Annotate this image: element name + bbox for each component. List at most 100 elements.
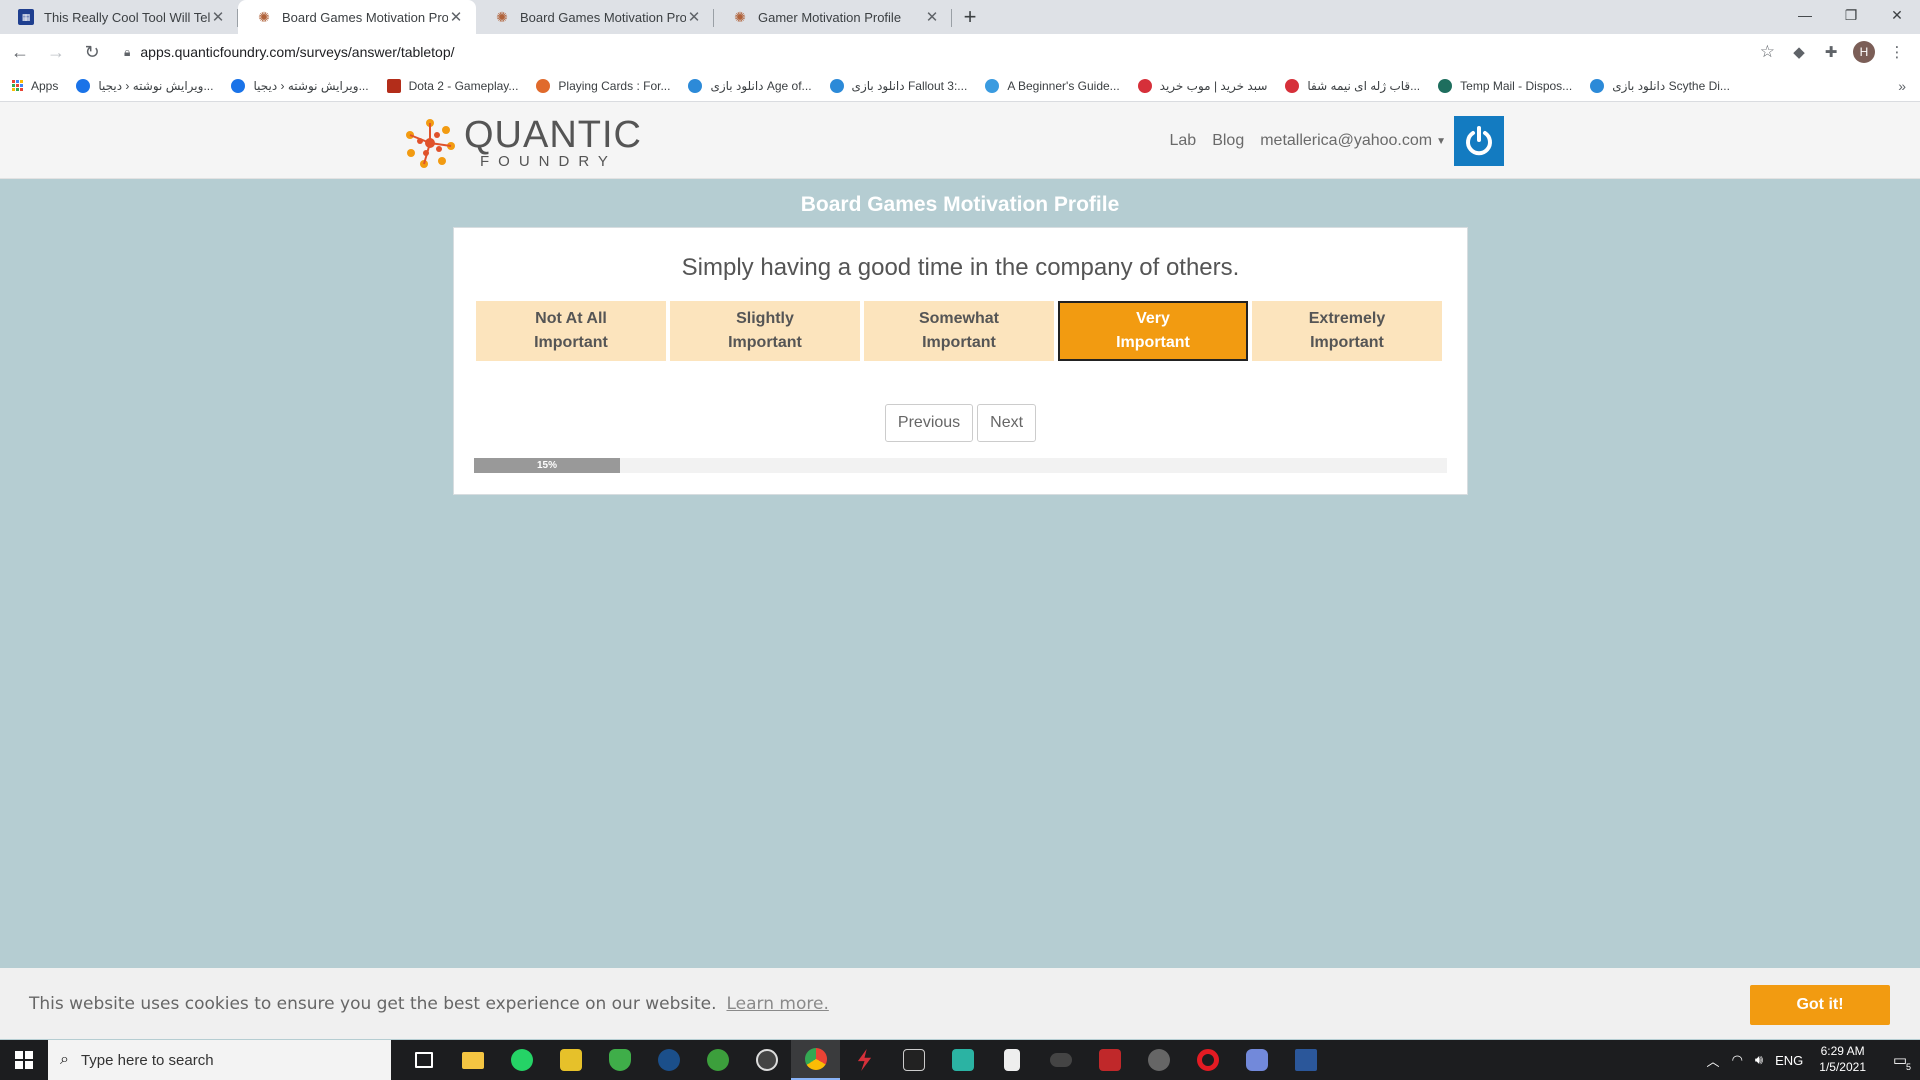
bookmark-apps[interactable]: Apps (12, 79, 58, 93)
new-tab-button[interactable]: + (952, 0, 988, 34)
bookmark-item[interactable]: Playing Cards : For... (536, 78, 670, 93)
answer-label-line2: Important (728, 334, 802, 351)
answer-label-line2: Important (1310, 334, 1384, 351)
accept-cookies-button[interactable]: Got it! (1750, 985, 1890, 1025)
bookmark-item[interactable]: دانلود بازی Scythe Di... (1590, 78, 1730, 93)
next-button[interactable]: Next (977, 404, 1037, 442)
nav-blog-link[interactable]: Blog (1212, 132, 1244, 150)
browser-tab[interactable]: ▦ This Really Cool Tool Will Tell You ✕ (0, 0, 238, 34)
bookmark-item[interactable]: Temp Mail - Dispos... (1438, 78, 1572, 93)
quantic-favicon-icon: ✺ (734, 8, 746, 25)
browser-tab-active[interactable]: ✺ Board Games Motivation Profile ✕ (238, 0, 476, 34)
close-icon[interactable]: ✕ (210, 8, 226, 26)
dota-icon (386, 78, 401, 93)
close-icon[interactable]: ✕ (448, 8, 464, 26)
bookmark-item[interactable]: A Beginner's Guide... (985, 78, 1120, 93)
language-indicator[interactable]: ENG (1775, 1053, 1803, 1068)
window-close-icon[interactable]: ✕ (1874, 0, 1920, 30)
whatsapp-icon[interactable] (497, 1040, 546, 1080)
close-icon[interactable]: ✕ (924, 8, 940, 26)
answer-option-somewhat-important[interactable]: Somewhat Important (864, 301, 1054, 361)
lock-icon: 🔒︎ (124, 44, 131, 59)
logo-mark-icon (406, 118, 455, 168)
profile-avatar[interactable]: H (1853, 41, 1875, 63)
bookmark-item[interactable]: Dota 2 - Gameplay... (386, 78, 519, 93)
bookmark-item[interactable]: دانلود بازی Fallout 3:... (829, 78, 967, 93)
file-explorer-icon[interactable] (448, 1040, 497, 1080)
chevron-up-icon[interactable]: ︿ (1707, 1051, 1720, 1070)
bookmark-item[interactable]: دانلود بازی Age of... (688, 78, 812, 93)
logo-wordmark: QUANTIC FOUNDRY (464, 116, 642, 169)
discord-icon[interactable] (1232, 1040, 1281, 1080)
answer-option-not-at-all-important[interactable]: Not At All Important (476, 301, 666, 361)
xbox-app-icon[interactable] (693, 1040, 742, 1080)
learn-more-link[interactable]: Learn more. (726, 994, 828, 1014)
bookmark-star-icon[interactable]: ☆ (1760, 42, 1775, 62)
bookmark-item[interactable]: ویرایش نوشته ‹ دیجیا... (231, 78, 369, 93)
start-button[interactable] (0, 1040, 48, 1080)
word-icon[interactable] (1281, 1040, 1330, 1080)
windows-taskbar: ⌕ Type here to search ︿ ◠ 🔊︎ ENG 6:29 AM… (0, 1040, 1920, 1080)
bookmark-favicon-icon (1438, 78, 1453, 93)
power-icon (1466, 126, 1492, 156)
flash-app-icon[interactable] (840, 1040, 889, 1080)
obs-icon[interactable] (742, 1040, 791, 1080)
account-menu[interactable]: metallerica@yahoo.com (1260, 132, 1432, 150)
wifi-icon[interactable]: ◠ (1732, 1052, 1743, 1068)
url-text[interactable]: apps.quanticfoundry.com/surveys/answer/t… (140, 44, 1759, 60)
bookmark-item[interactable]: ویرایش نوشته ‹ دیجیا... (76, 78, 213, 93)
caret-down-icon[interactable]: ▼ (1436, 136, 1446, 147)
media-app-icon[interactable] (1085, 1040, 1134, 1080)
answer-label-line2: Important (534, 334, 608, 351)
browser-tab[interactable]: ✺ Gamer Motivation Profile ✕ (714, 0, 952, 34)
forward-arrow-icon[interactable]: → (40, 36, 72, 68)
search-placeholder: Type here to search (80, 1051, 214, 1069)
clock-time: 6:29 AM (1820, 1044, 1865, 1059)
taskbar-apps (399, 1040, 1330, 1080)
tab-title: Board Games Motivation Profile (282, 9, 448, 25)
opera-icon[interactable] (1183, 1040, 1232, 1080)
bookmark-item[interactable]: سبد خرید | موب خرید (1137, 78, 1267, 93)
game-launcher-icon[interactable] (1134, 1040, 1183, 1080)
answer-option-slightly-important[interactable]: Slightly Important (670, 301, 860, 361)
answer-option-very-important[interactable]: Very Important (1058, 301, 1248, 361)
apps-grid-icon (12, 80, 23, 91)
taskbar-search[interactable]: ⌕ Type here to search (48, 1040, 391, 1080)
steam-icon[interactable] (644, 1040, 693, 1080)
bookmark-label: Dota 2 - Gameplay... (408, 78, 519, 93)
game-controller-app-icon[interactable] (938, 1040, 987, 1080)
bookmarks-bar: Apps ویرایش نوشته ‹ دیجیا... ویرایش نوشت… (0, 70, 1920, 102)
notification-center-icon[interactable]: ▭ 5 (1880, 1040, 1920, 1080)
bookmarks-overflow-icon[interactable]: » (1898, 78, 1906, 94)
nav-lab-link[interactable]: Lab (1169, 132, 1196, 150)
epic-games-icon[interactable] (889, 1040, 938, 1080)
task-view-icon[interactable] (399, 1040, 448, 1080)
answer-option-extremely-important[interactable]: Extremely Important (1252, 301, 1442, 361)
volume-icon[interactable]: 🔊︎ (1755, 1052, 1763, 1068)
page-title: Board Games Motivation Profile (800, 193, 1120, 216)
minimize-icon[interactable]: — (1782, 0, 1828, 30)
logout-button[interactable] (1454, 116, 1504, 166)
bookmark-item[interactable]: قاب ژله ای نیمه شفا... (1285, 78, 1420, 93)
browser-tab[interactable]: ✺ Board Games Motivation Profile ✕ (476, 0, 714, 34)
bookmark-favicon-icon (985, 78, 1000, 93)
reload-icon[interactable]: ↻ (76, 36, 108, 68)
clock-date: 1/5/2021 (1819, 1060, 1866, 1074)
browser-menu-icon[interactable]: ⋮ (1881, 36, 1913, 68)
extension-icon[interactable]: ◆ (1783, 36, 1815, 68)
gamepad-icon[interactable] (1036, 1040, 1085, 1080)
sticky-app-icon[interactable] (546, 1040, 595, 1080)
address-bar[interactable]: 🔒︎ apps.quanticfoundry.com/surveys/answe… (118, 38, 1783, 66)
close-icon[interactable]: ✕ (686, 8, 702, 26)
quantic-foundry-logo[interactable]: QUANTIC FOUNDRY (404, 116, 642, 169)
vpn-shield-icon[interactable] (595, 1040, 644, 1080)
back-arrow-icon[interactable]: ← (4, 36, 36, 68)
puzzle-extensions-icon[interactable]: ✚ (1815, 36, 1847, 68)
restore-icon[interactable]: ❐ (1828, 0, 1874, 30)
answer-label-line1: Very (1136, 310, 1170, 327)
progress-bar: 15% (474, 458, 1447, 473)
previous-button[interactable]: Previous (884, 404, 974, 442)
clock[interactable]: 6:29 AM 1/5/2021 (1819, 1044, 1866, 1075)
calculator-icon[interactable] (987, 1040, 1036, 1080)
chrome-icon[interactable] (791, 1040, 840, 1080)
